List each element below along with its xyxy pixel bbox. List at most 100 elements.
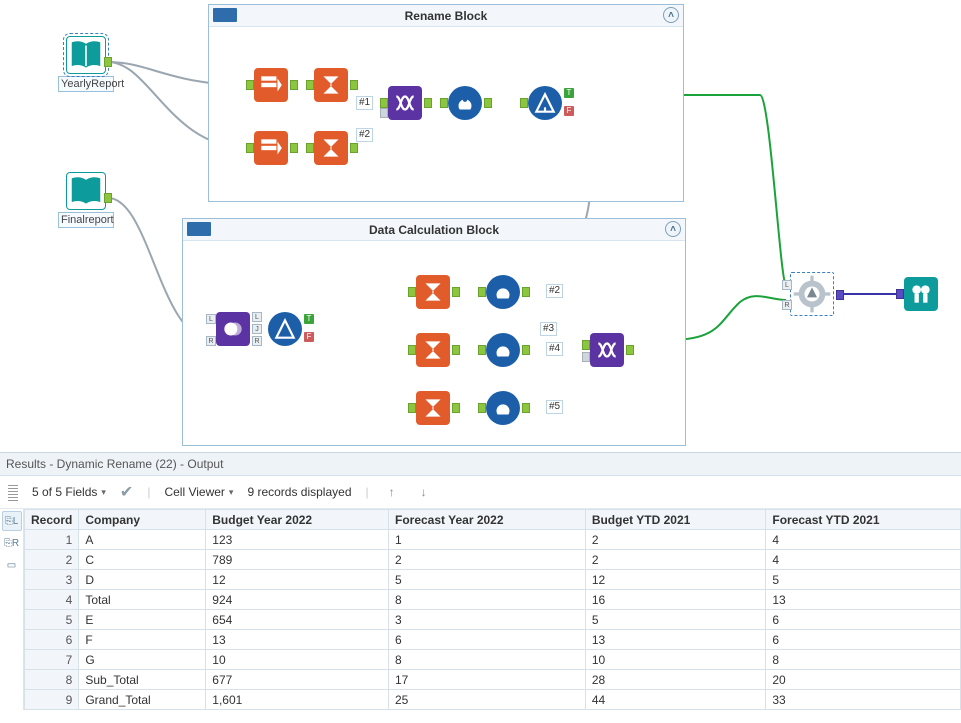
formula-tool[interactable] — [486, 333, 520, 367]
out-port[interactable] — [522, 345, 530, 355]
j-anchor[interactable]: J — [252, 324, 262, 334]
workflow-canvas[interactable]: YearlyReport Finalreport Rename Block ˄ … — [0, 0, 961, 452]
out-port[interactable] — [452, 403, 460, 413]
grip-icon[interactable] — [8, 483, 18, 501]
in-port[interactable] — [520, 98, 528, 108]
cell[interactable]: 5 — [389, 570, 586, 590]
out-port[interactable] — [350, 143, 358, 153]
fields-dropdown[interactable]: 5 of 5 Fields ▾ — [32, 485, 106, 499]
cell[interactable]: 10 — [206, 650, 389, 670]
prev-record-button[interactable]: ↑ — [383, 483, 401, 501]
table-row[interactable]: 4Total92481613 — [25, 590, 961, 610]
collapse-button[interactable]: ˄ — [665, 221, 681, 237]
record-number[interactable]: 1 — [25, 530, 79, 550]
formula-tool[interactable] — [486, 391, 520, 425]
false-anchor[interactable]: F — [304, 332, 314, 342]
r-anchor[interactable]: R — [782, 300, 792, 310]
output-port[interactable] — [104, 193, 112, 203]
col-forecast-2022[interactable]: Forecast Year 2022 — [389, 510, 586, 530]
browse-tool[interactable] — [904, 277, 938, 311]
in-port-r[interactable] — [380, 108, 388, 118]
out-port[interactable] — [350, 80, 358, 90]
in-port[interactable] — [246, 80, 254, 90]
out-port[interactable] — [452, 345, 460, 355]
cell[interactable]: 12 — [585, 570, 766, 590]
record-number[interactable]: 5 — [25, 610, 79, 630]
out-port[interactable] — [452, 287, 460, 297]
in-port[interactable] — [478, 403, 486, 413]
table-row[interactable]: 2C789224 — [25, 550, 961, 570]
col-budget-2022[interactable]: Budget Year 2022 — [206, 510, 389, 530]
table-row[interactable]: 3D125125 — [25, 570, 961, 590]
record-number[interactable]: 4 — [25, 590, 79, 610]
table-row[interactable]: 5E654356 — [25, 610, 961, 630]
collapse-button[interactable]: ˄ — [663, 7, 679, 23]
cell-viewer-dropdown[interactable]: Cell Viewer ▾ — [164, 485, 233, 499]
cell[interactable]: Grand_Total — [79, 690, 206, 710]
cell[interactable]: Total — [79, 590, 206, 610]
col-record[interactable]: Record — [25, 510, 79, 530]
cell[interactable]: 5 — [766, 570, 961, 590]
cell[interactable]: 13 — [206, 630, 389, 650]
join-tool[interactable] — [216, 312, 250, 346]
cell[interactable]: 25 — [389, 690, 586, 710]
cell[interactable]: 1 — [389, 530, 586, 550]
cell[interactable]: 4 — [766, 530, 961, 550]
cell[interactable]: 2 — [389, 550, 586, 570]
col-budget-ytd-2021[interactable]: Budget YTD 2021 — [585, 510, 766, 530]
formula-tool[interactable] — [448, 86, 482, 120]
cell[interactable]: 8 — [389, 650, 586, 670]
check-icon[interactable]: ✔ — [120, 482, 133, 502]
cell[interactable]: 924 — [206, 590, 389, 610]
cell[interactable]: 2 — [585, 550, 766, 570]
formula-tool[interactable] — [486, 275, 520, 309]
table-row[interactable]: 9Grand_Total1,601254433 — [25, 690, 961, 710]
out-port[interactable] — [626, 345, 634, 355]
in-port[interactable] — [306, 143, 314, 153]
cell[interactable]: G — [79, 650, 206, 670]
in-port[interactable] — [246, 143, 254, 153]
cell[interactable]: 33 — [766, 690, 961, 710]
l-anchor[interactable]: L — [252, 312, 262, 322]
cell[interactable]: 10 — [585, 650, 766, 670]
filter-tool[interactable] — [528, 86, 562, 120]
cell[interactable]: 17 — [389, 670, 586, 690]
cell[interactable]: E — [79, 610, 206, 630]
true-anchor[interactable]: T — [564, 88, 574, 98]
out-port[interactable] — [424, 98, 432, 108]
cell[interactable]: 16 — [585, 590, 766, 610]
cell[interactable]: 44 — [585, 690, 766, 710]
cell[interactable]: 13 — [766, 590, 961, 610]
in-port[interactable] — [896, 289, 904, 299]
col-forecast-ytd-2021[interactable]: Forecast YTD 2021 — [766, 510, 961, 530]
results-table[interactable]: Record Company Budget Year 2022 Forecast… — [24, 509, 961, 710]
cell[interactable]: 6 — [766, 610, 961, 630]
in-port[interactable] — [408, 403, 416, 413]
cell[interactable]: 8 — [766, 650, 961, 670]
cell[interactable]: 6 — [389, 630, 586, 650]
cell[interactable]: 3 — [389, 610, 586, 630]
cell[interactable]: Sub_Total — [79, 670, 206, 690]
out-port[interactable] — [522, 403, 530, 413]
cell[interactable]: C — [79, 550, 206, 570]
out-port[interactable] — [484, 98, 492, 108]
col-company[interactable]: Company — [79, 510, 206, 530]
cell[interactable]: 123 — [206, 530, 389, 550]
in-port[interactable] — [306, 80, 314, 90]
record-number[interactable]: 3 — [25, 570, 79, 590]
dynamic-rename-tool[interactable] — [388, 86, 422, 120]
side-tab-r[interactable]: ⎘R — [2, 533, 22, 553]
filter-tool[interactable] — [268, 312, 302, 346]
summarize-tool[interactable] — [416, 333, 450, 367]
in-port[interactable] — [478, 345, 486, 355]
table-row[interactable]: 7G108108 — [25, 650, 961, 670]
l-anchor[interactable]: L — [782, 280, 792, 290]
out-port[interactable] — [290, 143, 298, 153]
select-tool[interactable] — [254, 131, 288, 165]
in-port[interactable] — [408, 345, 416, 355]
record-number[interactable]: 2 — [25, 550, 79, 570]
r-anchor[interactable]: R — [206, 336, 216, 346]
container-handle-icon[interactable] — [213, 8, 237, 22]
side-tab-l[interactable]: ⎘L — [2, 511, 22, 531]
output-tool[interactable] — [790, 272, 834, 316]
